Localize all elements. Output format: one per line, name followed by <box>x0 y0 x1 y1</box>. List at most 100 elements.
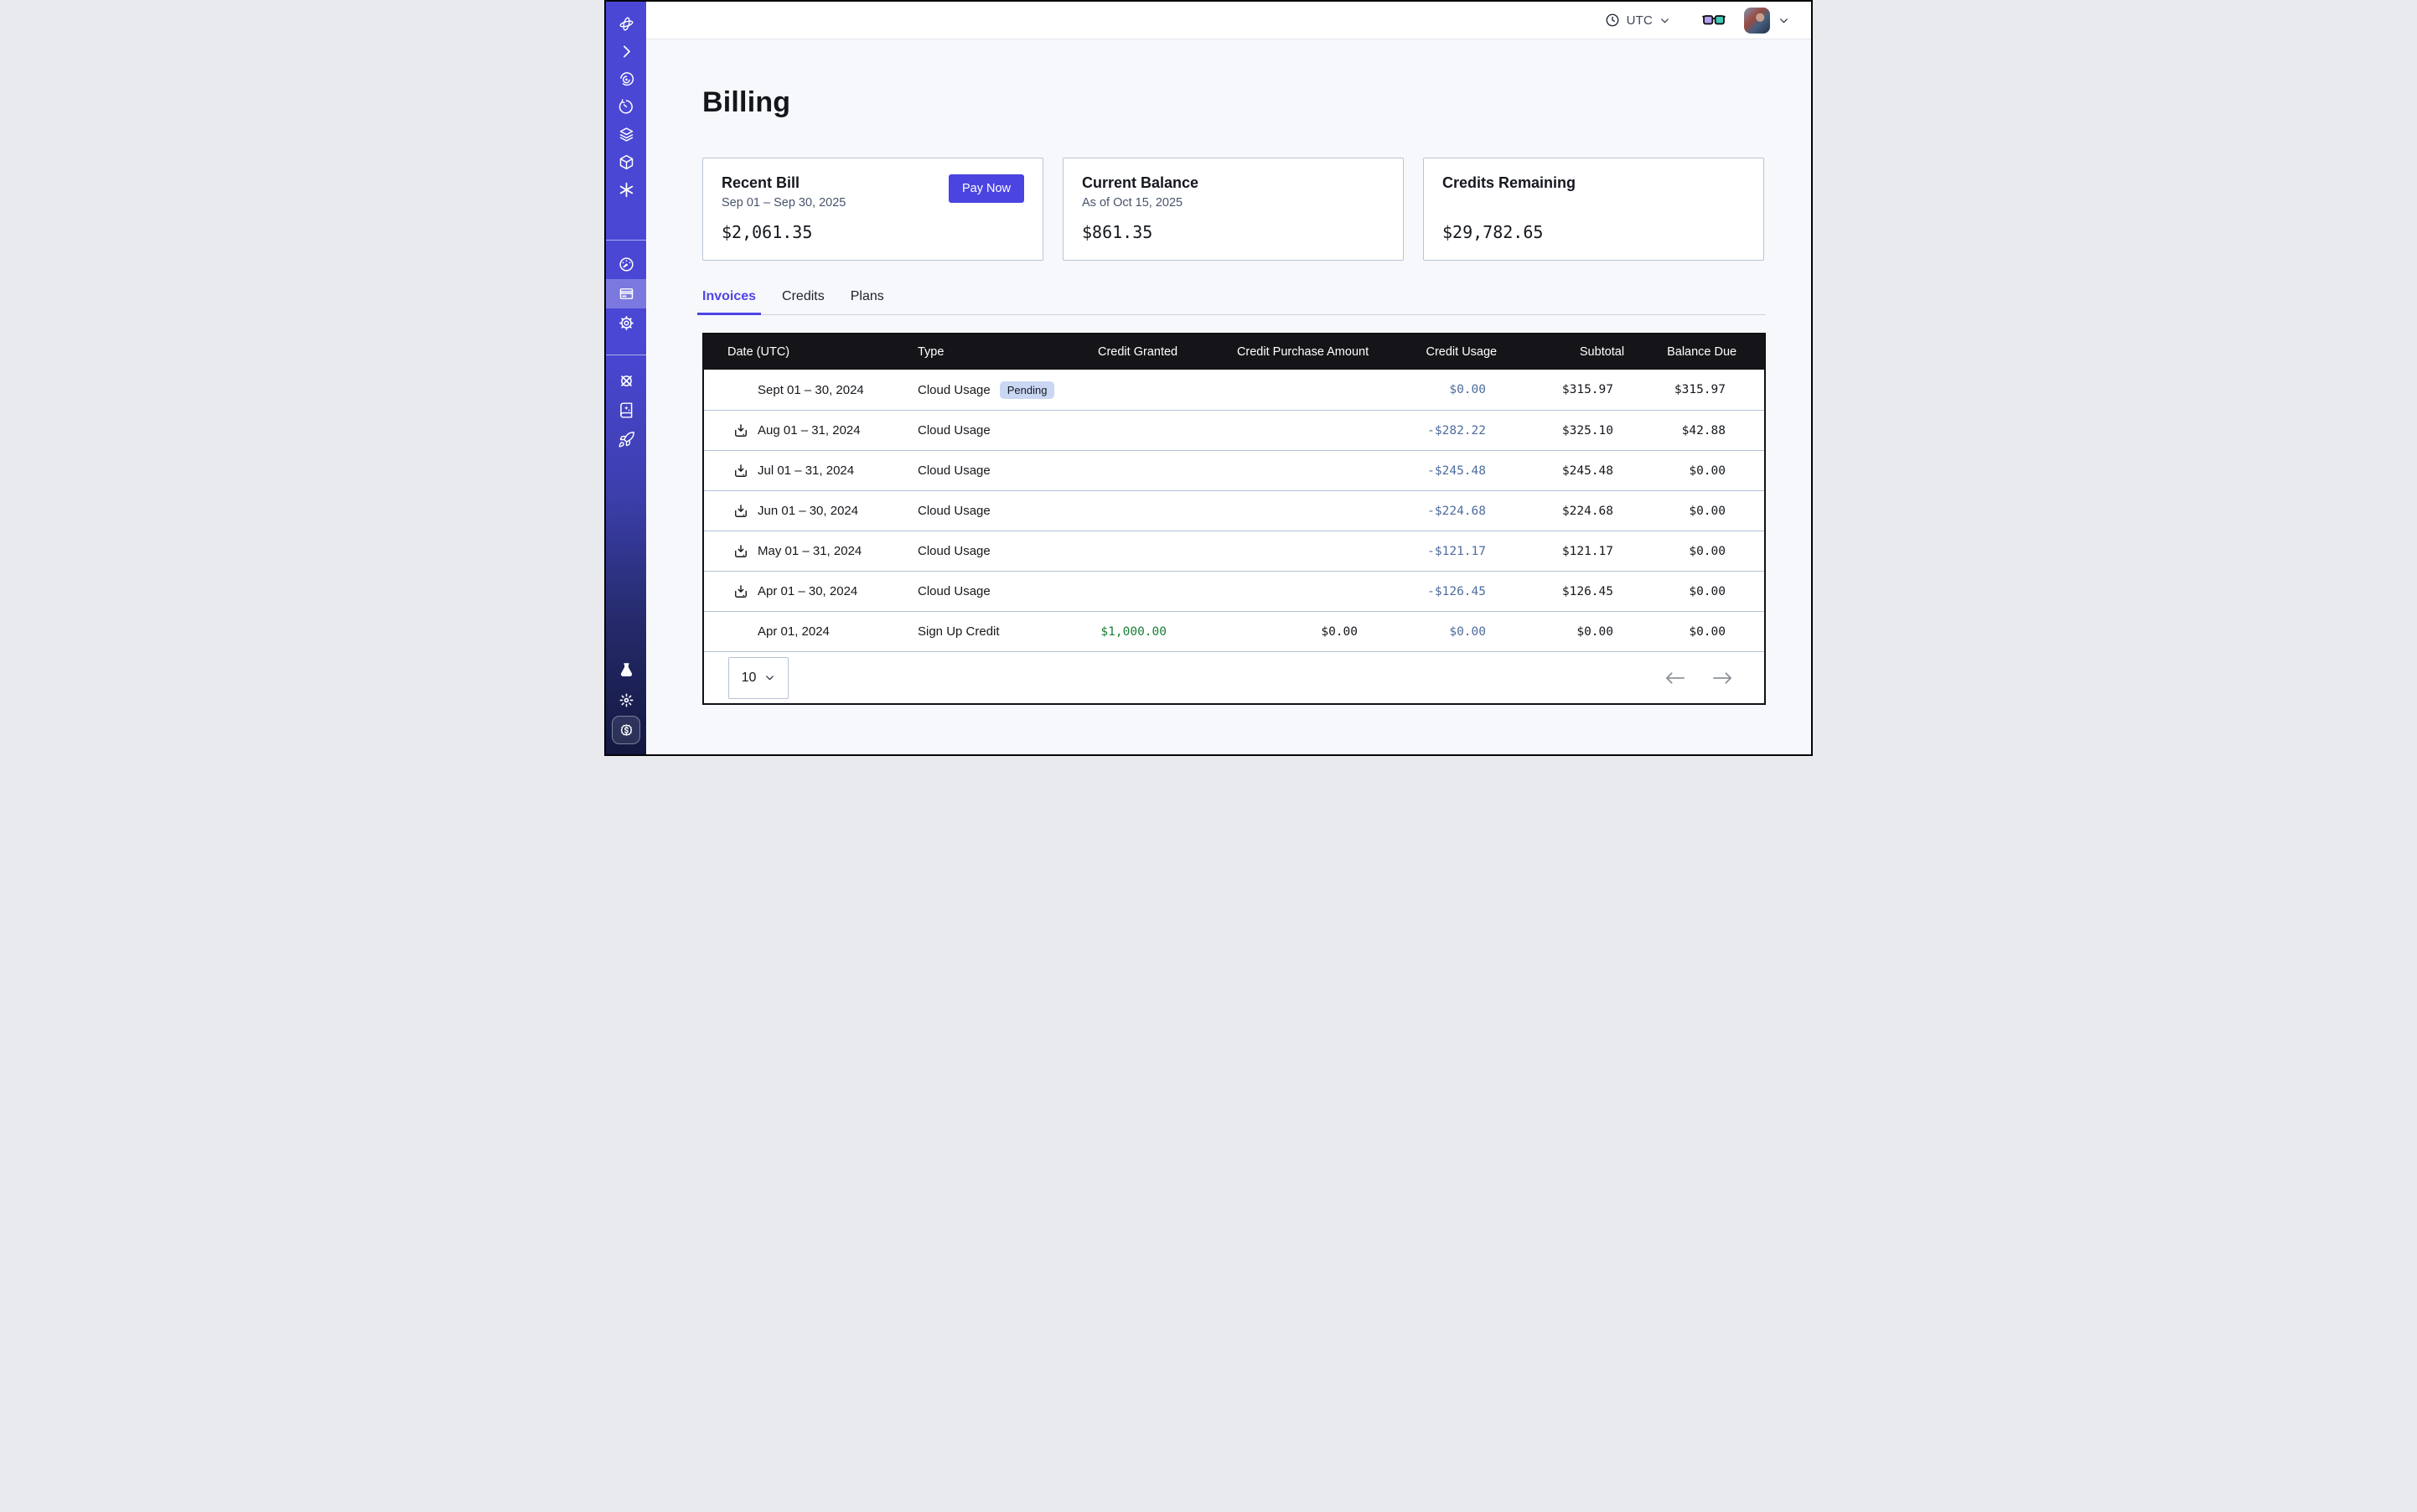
invoice-type-cell: Cloud Usage <box>918 544 1098 558</box>
card-amount: $29,782.65 <box>1442 222 1745 242</box>
balance-due-value: $42.88 <box>1613 424 1726 438</box>
sidebar-item-monitor[interactable] <box>606 65 646 93</box>
sidebar-item-getting-started[interactable] <box>606 425 646 454</box>
next-page-button[interactable] <box>1711 671 1734 685</box>
status-badge: Pending <box>1000 381 1055 399</box>
invoice-type: Cloud Usage <box>918 463 991 478</box>
invoice-type: Cloud Usage <box>918 584 991 598</box>
prev-page-button[interactable] <box>1664 671 1686 685</box>
invoice-type-cell: Cloud Usage <box>918 584 1098 598</box>
table-row: Apr 01, 2024Sign Up Credit$1,000.00$0.00… <box>704 611 1764 651</box>
invoice-rows: Sept 01 – 30, 2024 Cloud Usage Pending $0.0… <box>704 370 1764 651</box>
subtotal-value: $121.17 <box>1486 545 1613 558</box>
invoice-type: Cloud Usage <box>918 423 991 438</box>
user-menu-toggle[interactable] <box>1778 15 1789 26</box>
history-timer-icon <box>618 98 635 116</box>
avatar[interactable] <box>1744 8 1770 34</box>
timezone-label: UTC <box>1627 13 1653 28</box>
sidebar-item-layers[interactable] <box>606 121 646 148</box>
sidebar-item-docs[interactable] <box>606 396 646 425</box>
download-invoice-button[interactable] <box>732 422 749 439</box>
clock-icon <box>1605 13 1620 28</box>
invoice-date: Sept 01 – 30, 2024 <box>758 383 864 397</box>
sidebar-item-services[interactable] <box>606 176 646 204</box>
sidebar-item-labs[interactable] <box>606 655 646 684</box>
invoice-type: Cloud Usage <box>918 544 991 558</box>
sidebar-item-packages[interactable] <box>606 148 646 176</box>
table-row: Sept 01 – 30, 2024Cloud UsagePending$0.0… <box>704 370 1764 410</box>
credit-granted-value: $1,000.00 <box>1098 625 1167 639</box>
download-invoice-button[interactable] <box>732 583 749 600</box>
timezone-selector[interactable]: UTC <box>1605 13 1670 28</box>
sidebar-collapse-toggle[interactable] <box>606 38 646 65</box>
flask-icon <box>618 661 635 679</box>
sidebar-item-theme[interactable] <box>606 686 646 714</box>
balance-due-value: $0.00 <box>1613 505 1726 518</box>
sidebar-item-settings[interactable] <box>606 308 646 338</box>
invoice-date: Apr 01 – 30, 2024 <box>758 584 857 598</box>
sidebar-item-billing[interactable] <box>606 279 646 308</box>
appearance-toggle[interactable] <box>1702 13 1726 28</box>
invoice-type-cell: Cloud Usage <box>918 463 1098 478</box>
download-spacer <box>727 381 758 398</box>
sidebar <box>606 2 646 754</box>
invoice-date-cell: May 01 – 31, 2024 <box>727 543 918 560</box>
billing-card-icon <box>618 285 635 303</box>
credit-usage-value: $0.00 <box>1358 383 1486 396</box>
next-arrow-icon <box>1711 671 1734 685</box>
invoice-date: Jul 01 – 31, 2024 <box>758 463 854 478</box>
balance-due-value: $0.00 <box>1613 585 1726 598</box>
table-row: Jun 01 – 30, 2024Cloud Usage-$224.68$224… <box>704 490 1764 531</box>
invoice-date-cell: Aug 01 – 31, 2024 <box>727 422 918 439</box>
download-tray-icon <box>732 422 749 439</box>
helm-wheel-icon <box>618 372 635 390</box>
sidebar-logo[interactable] <box>606 10 646 38</box>
table-row: Jul 01 – 31, 2024Cloud Usage-$245.48$245… <box>704 450 1764 490</box>
current-balance-card: Current Balance As of Oct 15, 2025 $861.… <box>1063 158 1404 261</box>
invoice-date: May 01 – 31, 2024 <box>758 544 862 558</box>
card-amount: $861.35 <box>1082 222 1384 242</box>
card-subtitle <box>1442 196 1745 211</box>
table-pagination: 10 <box>704 651 1764 703</box>
subtotal-value: $315.97 <box>1486 383 1613 396</box>
tab-plans[interactable]: Plans <box>846 289 889 315</box>
invoice-type-cell: Cloud Usage <box>918 504 1098 518</box>
sidebar-item-credits-offer[interactable] <box>606 716 646 744</box>
invoices-table: Date (UTC) Type Credit Granted Credit Pu… <box>702 333 1766 705</box>
chevron-right-icon <box>618 43 635 60</box>
dollar-badge-button[interactable] <box>612 716 640 744</box>
subtotal-value: $325.10 <box>1486 424 1613 438</box>
download-tray-icon <box>732 583 749 600</box>
orbit-logo-icon <box>618 15 635 33</box>
subtotal-value: $224.68 <box>1486 505 1613 518</box>
topbar: UTC <box>646 2 1811 39</box>
summary-cards: Recent Bill Sep 01 – Sep 30, 2025 $2,061… <box>702 158 1766 261</box>
sidebar-item-usage[interactable] <box>606 250 646 279</box>
gear-icon <box>618 314 635 332</box>
invoice-type: Cloud Usage <box>918 504 991 518</box>
sidebar-item-support[interactable] <box>606 366 646 396</box>
download-invoice-button[interactable] <box>732 543 749 560</box>
page-size-select[interactable]: 10 <box>728 657 789 699</box>
subtotal-value: $126.45 <box>1486 585 1613 598</box>
column-header-credit-purchase: Credit Purchase Amount <box>1177 345 1369 359</box>
download-invoice-button[interactable] <box>732 463 749 479</box>
billing-tabs: Invoices Credits Plans <box>697 289 1766 315</box>
app-window: UTC Billing Recent Bill Se <box>604 0 1813 756</box>
subtotal-value: $245.48 <box>1486 464 1613 478</box>
table-row: May 01 – 31, 2024Cloud Usage-$121.17$121… <box>704 531 1764 571</box>
download-tray-icon <box>732 543 749 560</box>
dollar-badge-icon <box>618 722 635 739</box>
download-invoice-button[interactable] <box>732 503 749 520</box>
pay-now-button[interactable]: Pay Now <box>949 174 1024 203</box>
download-tray-icon <box>732 463 749 479</box>
sidebar-item-history[interactable] <box>606 93 646 121</box>
tab-credits[interactable]: Credits <box>777 289 830 315</box>
invoice-type: Sign Up Credit <box>918 624 1000 639</box>
balance-due-value: $315.97 <box>1613 383 1726 396</box>
tab-invoices[interactable]: Invoices <box>697 289 761 315</box>
column-header-date: Date (UTC) <box>727 345 918 359</box>
credit-usage-value: $0.00 <box>1358 625 1486 639</box>
card-title: Credits Remaining <box>1442 174 1745 192</box>
layers-icon <box>618 126 635 143</box>
